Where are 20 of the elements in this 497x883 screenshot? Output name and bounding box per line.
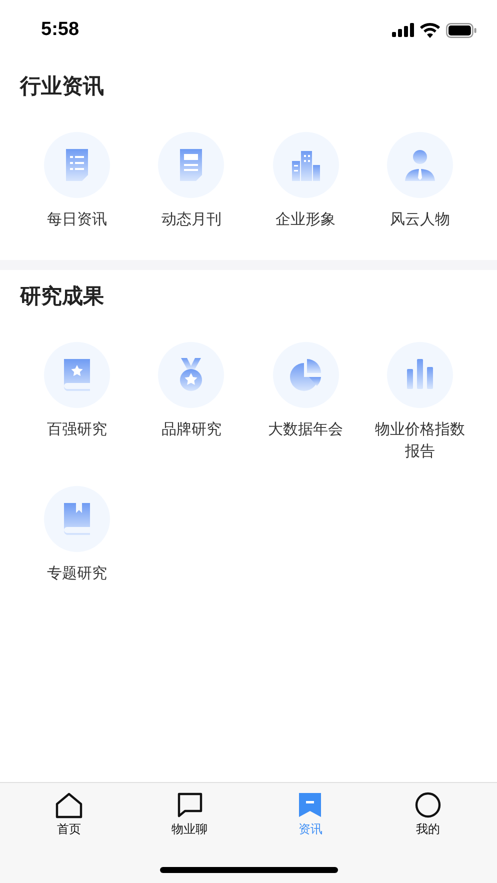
battery-icon (446, 22, 477, 38)
section-title: 行业资讯 (20, 73, 105, 100)
menu-label[interactable]: 百强研究 (27, 418, 128, 440)
wifi-icon (420, 22, 440, 38)
tab-button[interactable]: 我的 (407, 791, 450, 843)
section-title: 研究成果 (20, 283, 105, 310)
menu-label[interactable]: 每日资讯 (27, 208, 128, 230)
tab-button[interactable]: 物业聊 (166, 791, 214, 843)
signal-icon (392, 23, 414, 37)
menu-label[interactable]: 动态月刊 (141, 208, 242, 230)
menu-label[interactable]: 物业价格指数报告 (370, 418, 470, 462)
status-time: 5:58 (41, 19, 80, 41)
menu-label[interactable]: 风云人物 (370, 208, 470, 230)
menu-label[interactable]: 专题研究 (27, 562, 128, 584)
tab-button[interactable]: 首页 (48, 791, 90, 843)
circle-icon (413, 791, 444, 819)
home-icon (54, 791, 84, 819)
menu-label[interactable]: 企业形象 (256, 208, 356, 230)
menu-label[interactable]: 大数据年会 (256, 418, 356, 440)
menu-label[interactable]: 品牌研究 (141, 418, 242, 440)
